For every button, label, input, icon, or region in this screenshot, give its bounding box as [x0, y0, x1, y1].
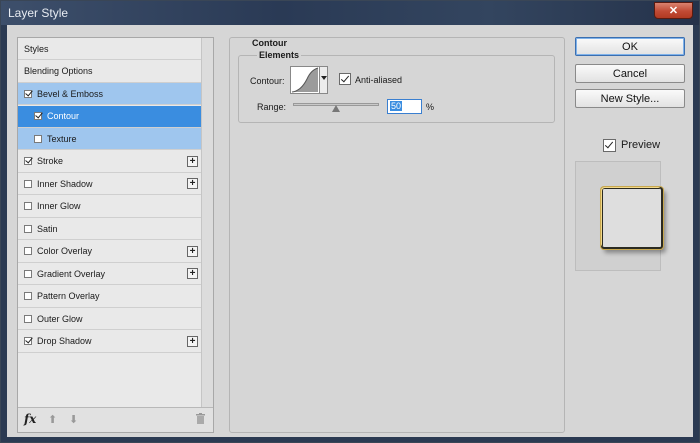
- add-effect-icon[interactable]: +: [187, 178, 198, 189]
- range-input[interactable]: 50: [387, 99, 422, 114]
- style-item-satin[interactable]: Satin: [18, 218, 202, 240]
- style-item-label: Color Overlay: [37, 246, 93, 256]
- layer-style-dialog: Layer Style ✕ Styles Blending Options Beve…: [0, 0, 700, 443]
- anti-aliased-label: Anti-aliased: [355, 75, 403, 85]
- style-item-bevel-emboss[interactable]: Bevel & Emboss: [18, 83, 202, 105]
- style-item-pattern-overlay[interactable]: Pattern Overlay: [18, 286, 202, 308]
- contour-curve-icon: [291, 67, 319, 93]
- style-list-footer: fx ⬆ ⬇: [18, 407, 213, 432]
- style-item-contour[interactable]: Contour: [18, 105, 202, 128]
- title-bar[interactable]: Layer Style ✕: [1, 1, 699, 25]
- style-item-label: Inner Shadow: [37, 178, 93, 189]
- contour-label: Contour:: [250, 76, 285, 86]
- style-item-label: Pattern Overlay: [37, 291, 100, 301]
- range-label: Range:: [257, 102, 287, 112]
- fx-icon[interactable]: fx: [24, 412, 36, 426]
- style-checkbox[interactable]: [24, 337, 32, 345]
- elements-group: Elements Contour: Anti-aliased Range: 50…: [238, 50, 555, 123]
- add-effect-icon[interactable]: +: [187, 155, 198, 167]
- style-list-scrollbar[interactable]: [201, 38, 213, 408]
- style-checkbox[interactable]: [34, 134, 42, 143]
- ok-button[interactable]: OK: [575, 37, 685, 56]
- style-preview: [575, 161, 663, 271]
- add-effect-icon[interactable]: +: [187, 268, 198, 279]
- style-checkbox[interactable]: [24, 247, 32, 255]
- style-item-texture[interactable]: Texture: [18, 128, 202, 150]
- close-icon: ✕: [668, 5, 679, 17]
- style-item-label: Drop Shadow: [37, 336, 92, 346]
- cancel-button[interactable]: Cancel: [575, 64, 685, 83]
- style-list: Styles Blending Options Bevel & Emboss Cont…: [17, 37, 214, 433]
- style-item-label: Inner Glow: [37, 201, 81, 211]
- style-item-label: Blending Options: [24, 66, 93, 76]
- style-item-label: Stroke: [37, 156, 64, 166]
- style-checkbox[interactable]: [24, 224, 32, 233]
- style-checkbox[interactable]: [24, 292, 32, 300]
- window-title: Layer Style: [8, 6, 69, 20]
- style-item-label: Bevel & Emboss: [37, 88, 104, 99]
- style-checkbox[interactable]: [24, 314, 32, 323]
- preview-label: Preview: [621, 139, 661, 151]
- preview-swatch: [601, 187, 663, 249]
- contour-preview[interactable]: [290, 66, 320, 94]
- style-item-label: Gradient Overlay: [37, 268, 106, 279]
- section-title: Contour: [250, 38, 289, 48]
- style-item-inner-shadow[interactable]: Inner Shadow +: [18, 173, 202, 195]
- trash-icon[interactable]: [196, 413, 205, 424]
- move-up-icon[interactable]: ⬆: [48, 413, 57, 426]
- style-checkbox[interactable]: [24, 89, 32, 98]
- style-item-color-overlay[interactable]: Color Overlay +: [18, 241, 202, 263]
- dialog-body: Styles Blending Options Bevel & Emboss Cont…: [7, 25, 693, 437]
- style-item-label: Styles: [24, 43, 49, 54]
- contour-dropdown[interactable]: [320, 66, 328, 94]
- style-checkbox[interactable]: [24, 269, 32, 278]
- close-button[interactable]: ✕: [654, 2, 693, 19]
- range-value: 50: [390, 101, 403, 111]
- style-checkbox[interactable]: [24, 179, 32, 188]
- style-item-label: Texture: [47, 133, 77, 144]
- style-item-outer-glow[interactable]: Outer Glow: [18, 308, 202, 330]
- style-item-label: Contour: [47, 111, 80, 121]
- group-title: Elements: [257, 50, 302, 60]
- style-item-drop-shadow[interactable]: Drop Shadow +: [18, 331, 202, 353]
- style-item-blending-options[interactable]: Blending Options: [18, 61, 202, 83]
- style-item-stroke[interactable]: Stroke +: [18, 151, 202, 173]
- style-checkbox[interactable]: [24, 157, 32, 165]
- range-unit: %: [426, 102, 435, 112]
- style-item-label: Satin: [37, 223, 58, 234]
- new-style-button[interactable]: New Style...: [575, 89, 685, 108]
- style-item-label: Outer Glow: [37, 313, 83, 324]
- anti-aliased-checkbox[interactable]: [339, 73, 351, 85]
- style-item-styles[interactable]: Styles: [18, 38, 202, 60]
- style-item-gradient-overlay[interactable]: Gradient Overlay +: [18, 263, 202, 285]
- style-checkbox[interactable]: [24, 202, 32, 210]
- range-slider-thumb[interactable]: [332, 105, 340, 112]
- add-effect-icon[interactable]: +: [187, 245, 198, 257]
- style-item-inner-glow[interactable]: Inner Glow: [18, 196, 202, 218]
- move-down-icon[interactable]: ⬇: [69, 413, 78, 426]
- style-checkbox[interactable]: [34, 112, 42, 120]
- preview-checkbox[interactable]: [603, 139, 616, 152]
- add-effect-icon[interactable]: +: [187, 335, 198, 347]
- contour-panel: Contour Elements Contour: Anti-aliased R…: [229, 37, 565, 433]
